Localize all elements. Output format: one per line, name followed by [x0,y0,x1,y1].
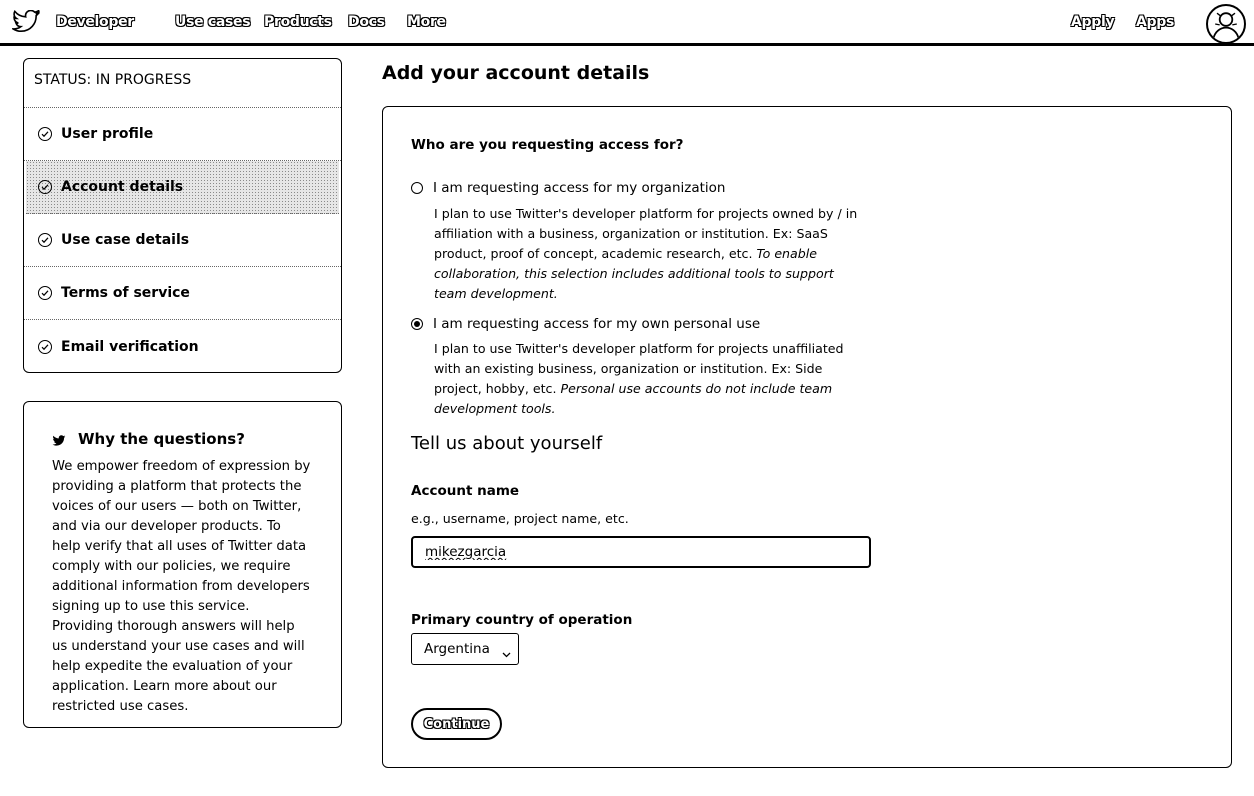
twitter-bird-icon [52,433,66,446]
check-circle-icon [38,127,52,141]
step-email-verification[interactable]: Email verification [24,320,341,372]
account-name-hint: e.g., username, project name, etc. [411,511,629,526]
check-circle-icon [38,286,52,300]
check-circle-icon [38,339,52,354]
step-label: Use case details [61,232,190,248]
radio-option-organization[interactable]: I am requesting access for my organizati… [411,180,725,196]
section-title: Tell us about yourself [411,433,603,454]
info-body-text: We empower freedom of expression by prov… [52,459,311,714]
nav-link-apps[interactable]: Apps [1136,14,1174,30]
top-nav: Developer Use cases Products Docs More A… [0,0,1254,46]
radio-button[interactable] [411,182,423,194]
step-label: Email verification [61,338,199,355]
country-select-value: Argentina [424,641,490,657]
option-description: I plan to use Twitter's developer platfo… [434,339,864,419]
application-steps-panel: STATUS: IN PROGRESS User profile Account… [23,58,342,373]
user-avatar[interactable] [1206,4,1246,44]
check-circle-icon [38,233,52,247]
radio-option-personal[interactable]: I am requesting access for my own person… [411,316,760,332]
brand-link-developer[interactable]: Developer [56,14,134,30]
account-name-input[interactable] [411,536,871,568]
nav-link-use-cases[interactable]: Use cases [175,14,251,30]
step-account-details[interactable]: Account details [26,161,339,214]
step-label: Account details [61,179,184,195]
step-label: User profile [61,126,154,142]
page-title: Add your account details [382,62,650,84]
nav-link-products[interactable]: Products [264,14,332,30]
why-questions-panel: Why the questions? We empower freedom of… [23,401,342,728]
country-select[interactable]: Argentina [411,633,519,665]
info-heading: Why the questions? [52,430,313,448]
chevron-down-icon [502,646,511,658]
step-user-profile[interactable]: User profile [24,108,341,161]
step-terms-of-service[interactable]: Terms of service [24,267,341,320]
check-circle-icon [38,180,52,194]
nav-link-apply[interactable]: Apply [1071,14,1115,30]
info-title: Why the questions? [78,430,245,448]
radio-label: I am requesting access for my organizati… [433,180,726,196]
option-description: I plan to use Twitter's developer platfo… [434,204,864,304]
step-use-case-details[interactable]: Use case details [24,214,341,267]
continue-button[interactable]: Continue [411,708,502,740]
nav-link-docs[interactable]: Docs [348,14,385,30]
account-name-label: Account name [411,483,520,499]
radio-button-selected[interactable] [411,318,423,330]
step-label: Terms of service [61,285,190,301]
account-details-form: Who are you requesting access for? I am … [382,106,1232,768]
access-question: Who are you requesting access for? [411,137,684,153]
status-label: STATUS: IN PROGRESS [24,59,341,108]
country-label: Primary country of operation [411,612,633,628]
nav-link-more[interactable]: More [407,14,446,30]
twitter-bird-icon[interactable] [10,9,40,34]
radio-label: I am requesting access for my own person… [433,316,761,332]
